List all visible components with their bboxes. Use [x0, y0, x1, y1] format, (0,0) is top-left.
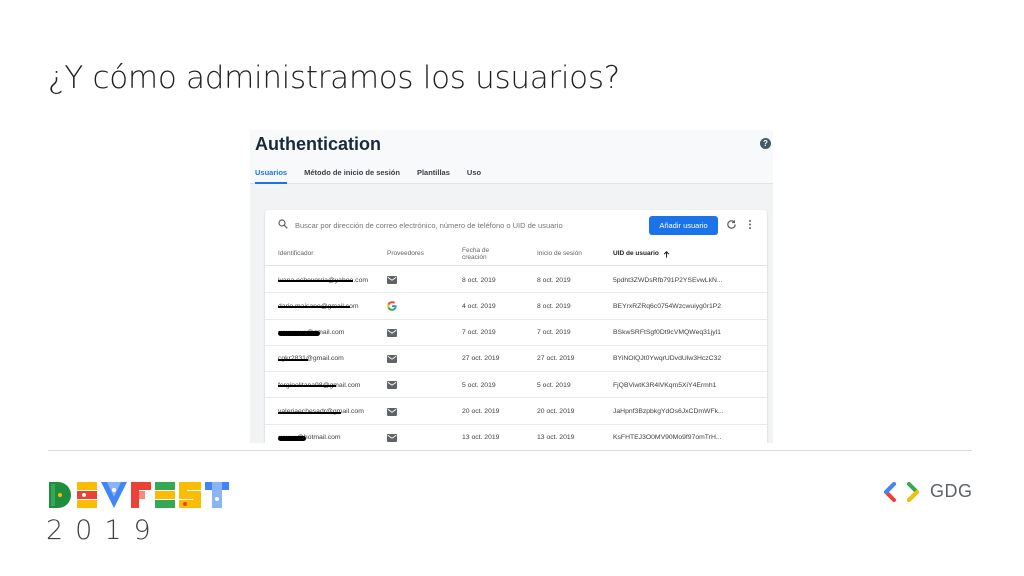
console-header: Authentication ? Usuarios Método de inic…: [250, 130, 773, 184]
refresh-icon[interactable]: [726, 219, 737, 230]
table-row[interactable]: ••••••••••••@gmail.com 7 oct. 2019 7 oct. …: [265, 320, 767, 346]
users-toolbar: Añadir usuario: [265, 210, 767, 240]
row-provider: [387, 372, 447, 398]
more-vert-icon[interactable]: [747, 219, 753, 230]
row-signin: 8 oct. 2019: [537, 302, 571, 310]
row-created: 8 oct. 2019: [462, 276, 496, 284]
tab-bar: Usuarios Método de inicio de sesión Plan…: [255, 168, 481, 184]
search-icon: [278, 219, 288, 229]
email-icon: [387, 381, 397, 390]
redaction-mark: [278, 330, 320, 336]
row-signin: 13 oct. 2019: [537, 434, 575, 442]
redaction-mark: [278, 358, 308, 361]
col-uid-label: UID de usuario: [613, 250, 659, 258]
row-uid: BEYrxRZRq6c0754Wzcwuiyg0r1P2: [613, 302, 722, 310]
gdg-label: GDG: [930, 481, 973, 501]
row-provider: [387, 293, 447, 319]
email-icon: [387, 276, 397, 284]
table-row[interactable]: dario.maisano@gmail.com 4 oct. 2019 8 oct.…: [265, 293, 767, 320]
row-identifier: ferginolitana98@gmail.com: [278, 372, 378, 398]
google-icon: [387, 301, 397, 312]
row-provider: [387, 346, 447, 372]
col-fecha-creacion[interactable]: Fecha de creación: [462, 242, 514, 266]
row-signin: 5 oct. 2019: [537, 381, 571, 389]
row-uid: BSkwSRFtSgf0Dt9cVMQWeq31jyl1: [613, 329, 721, 337]
email-icon: [387, 354, 397, 363]
row-created: 7 oct. 2019: [462, 329, 496, 337]
tab-uso[interactable]: Uso: [467, 168, 481, 184]
help-circle-icon[interactable]: ?: [760, 138, 771, 149]
row-created: 27 oct. 2019: [462, 355, 500, 363]
row-uid: JaHpnf3BzpbkgYdOs6JxCDmWFk...: [613, 408, 724, 415]
row-identifier: valeriaechesadr@gmail.com: [278, 399, 378, 425]
row-provider: [387, 320, 447, 346]
email-icon: [387, 407, 397, 416]
row-uid: 5pdht3ZWDsRfb791P2YSEvwLkN...: [613, 276, 723, 284]
firebase-auth-screenshot: Authentication ? Usuarios Método de inic…: [250, 130, 773, 443]
search-input[interactable]: [295, 219, 625, 231]
slide-title: ¿Y cómo administramos los usuarios?: [48, 60, 620, 96]
row-created: 20 oct. 2019: [462, 408, 500, 415]
tab-plantillas[interactable]: Plantillas: [417, 168, 450, 184]
redaction-mark: [278, 411, 341, 414]
redaction-mark: [278, 280, 353, 282]
row-identifier: ••••••••@hotmail.com: [278, 425, 378, 443]
row-provider: [387, 425, 447, 443]
email-icon: [387, 328, 397, 337]
table-row[interactable]: ••••••••@hotmail.com 13 oct. 2019 13 oct. …: [265, 425, 767, 443]
table-row[interactable]: cgkr2831@gmail.com 27 oct. 2019 27 oct. 20…: [265, 346, 767, 373]
redaction-mark: [278, 435, 306, 441]
row-identifier: ivana.echeverria@yahoo.com: [278, 267, 378, 293]
row-uid: FjQBViwtK3R4lVKqm5XiY4Ermh1: [613, 381, 717, 389]
users-card: Añadir usuario Identificador Proveedores…: [265, 210, 767, 443]
row-uid: KsFHTEJ3O0MV90Mo9f97omTrH...: [613, 434, 722, 442]
table-row[interactable]: valeriaechesadr@gmail.com 20 oct. 2019 20 …: [265, 399, 767, 425]
event-year: 2019: [46, 515, 163, 546]
redaction-mark: [278, 306, 350, 309]
page-title: Authentication: [255, 134, 381, 154]
row-created: 5 oct. 2019: [462, 381, 496, 389]
row-signin: 7 oct. 2019: [537, 329, 571, 337]
row-provider: [387, 267, 447, 293]
tab-usuarios[interactable]: Usuarios: [255, 168, 288, 184]
table-header: Identificador Proveedores Fecha de creac…: [265, 242, 767, 266]
email-icon: [387, 433, 397, 442]
table-row[interactable]: ivana.echeverria@yahoo.com 8 oct. 2019 8 o…: [265, 267, 767, 294]
redaction-mark: [278, 385, 336, 388]
gdg-logo: GDG: [884, 481, 973, 502]
add-user-button[interactable]: Añadir usuario: [649, 216, 718, 235]
row-signin: 27 oct. 2019: [537, 355, 575, 363]
arrow-up-icon: [663, 250, 670, 258]
devfest-logo: [49, 482, 229, 508]
col-uid[interactable]: UID de usuario: [613, 242, 761, 266]
col-inicio-sesion[interactable]: Inicio de sesión: [537, 242, 603, 266]
row-provider: [387, 399, 447, 425]
row-identifier: cgkr2831@gmail.com: [278, 346, 378, 372]
row-created: 13 oct. 2019: [462, 434, 500, 442]
row-identifier: dario.maisano@gmail.com: [278, 293, 378, 319]
table-row[interactable]: ferginolitana98@gmail.com 5 oct. 2019 5 oc…: [265, 372, 767, 399]
row-signin: 8 oct. 2019: [537, 276, 571, 284]
col-identificador[interactable]: Identificador: [278, 242, 378, 266]
row-created: 4 oct. 2019: [462, 302, 496, 310]
row-identifier: ••••••••••••@gmail.com: [278, 320, 378, 346]
row-signin: 20 oct. 2019: [537, 408, 575, 415]
row-uid: BYiNOlQJt0YwqrUDvdUlw3HczC32: [613, 355, 722, 363]
footer-divider: [48, 450, 972, 451]
col-proveedores[interactable]: Proveedores: [387, 242, 447, 266]
tab-metodo-inicio-sesion[interactable]: Método de inicio de sesión: [304, 168, 400, 184]
gdg-brackets-icon: [884, 481, 919, 502]
